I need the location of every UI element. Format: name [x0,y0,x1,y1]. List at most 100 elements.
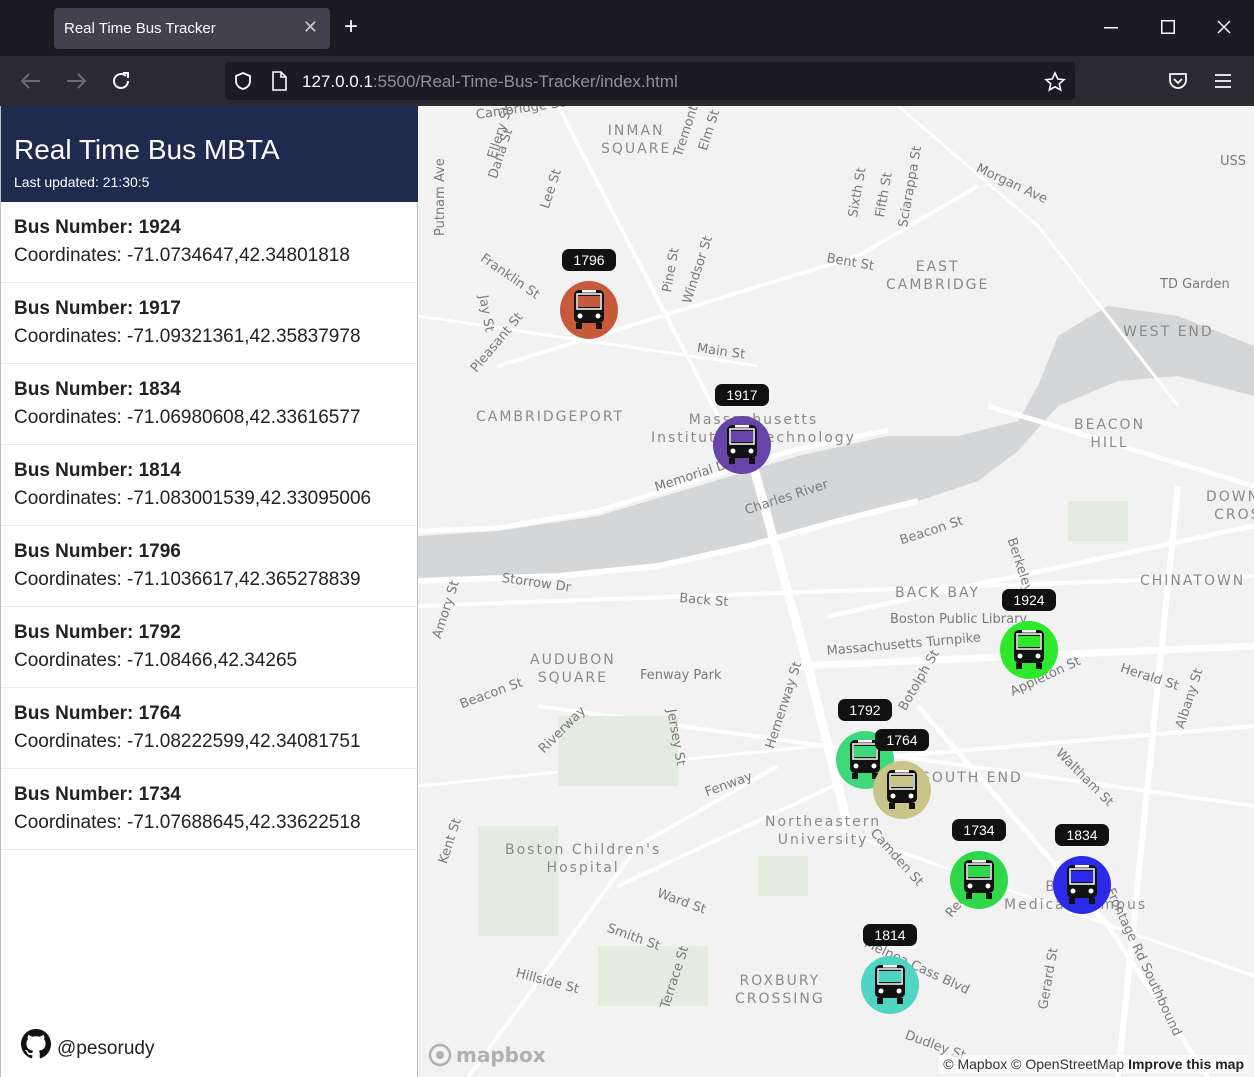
attribution-text[interactable]: © Mapbox © OpenStreetMap [943,1056,1124,1072]
bus-icon [875,965,905,1004]
bus-list-item: Bus Number: 1917 Coordinates: -71.0932136… [1,283,418,364]
menu-icon[interactable] [1214,73,1232,89]
page-icon[interactable] [271,71,287,91]
bus-marker-label: 1924 [1002,589,1056,611]
bus-coordinates: Coordinates: -71.06980608,42.33616577 [14,407,361,428]
improve-map-link[interactable]: Improve this map [1128,1056,1244,1072]
browser-chrome: Real Time Bus Tracker ✕ + 127.0.0.1:5500… [0,0,1254,106]
maximize-icon[interactable] [1161,20,1175,34]
map-attribution: © Mapbox © OpenStreetMap Improve this ma… [939,1055,1248,1073]
new-tab-icon[interactable]: + [344,14,358,40]
sidebar-header: Real Time Bus MBTA Last updated: 21:30:5 [1,106,418,202]
mapbox-logo[interactable]: mapbox [428,1043,546,1067]
bus-marker-label: 1917 [715,384,769,406]
bus-marker[interactable]: 1834 [1053,824,1111,914]
bus-marker[interactable]: 1917 [713,384,771,474]
bus-list-item: Bus Number: 1814 Coordinates: -71.0830015… [1,445,418,526]
map-area-label: Boston Children's Hospital [505,842,662,876]
shield-icon[interactable] [233,71,253,91]
bus-coordinates: Coordinates: -71.07688645,42.33622518 [14,812,361,833]
map-area-label: Northeastern University [765,814,882,848]
bus-icon [964,860,994,899]
mapbox-icon [428,1043,452,1067]
minimize-icon[interactable] [1104,27,1118,29]
map-area-label: WEST END [1123,324,1214,340]
last-updated: Last updated: 21:30:5 [14,174,150,190]
page-title: Real Time Bus MBTA [14,134,280,165]
bus-icon [727,425,757,464]
bus-number: Bus Number: 1917 [14,298,181,319]
map-area-label: ROXBURY CROSSING [735,973,825,1007]
pocket-icon[interactable] [1168,71,1188,91]
bus-marker-circle [873,761,931,819]
tab-strip: Real Time Bus Tracker ✕ + [0,0,1254,56]
nav-bar: 127.0.0.1:5500/Real-Time-Bus-Tracker/ind… [0,56,1254,106]
bus-marker-label: 1734 [952,819,1006,841]
map-area-label: CHINATOWN [1140,573,1246,589]
bus-icon [1014,630,1044,669]
bus-number: Bus Number: 1814 [14,460,181,481]
bus-marker-circle [861,956,919,1014]
url-path: :5500/Real-Time-Bus-Tracker/index.html [372,72,678,91]
bus-coordinates: Coordinates: -71.08222599,42.34081751 [14,731,361,752]
bus-marker[interactable]: 1734 [950,819,1008,909]
map-street-label: Putnam Ave [433,158,448,236]
map[interactable]: Cambridge St INMAN SQUARE Tremont St Elm St E… [418,106,1254,1077]
bus-marker[interactable]: 1764 [873,729,931,819]
map-area-label: BACK BAY [895,585,980,601]
bus-list-item: Bus Number: 1764 Coordinates: -71.0822259… [1,688,418,769]
forward-arrow-icon[interactable] [63,68,89,94]
bus-marker-circle [1000,621,1058,679]
bus-marker[interactable]: 1814 [861,924,919,1014]
bus-number: Bus Number: 1834 [14,379,181,400]
close-window-icon[interactable] [1217,20,1231,34]
close-tab-icon[interactable]: ✕ [303,18,318,36]
bus-icon [887,770,917,809]
map-street-label: TD Garden [1160,277,1230,292]
bus-marker-label: 1814 [863,924,917,946]
bus-marker[interactable]: 1924 [1000,589,1058,679]
map-area-label: SOUTH END [921,770,1023,786]
back-arrow-icon[interactable] [18,68,44,94]
url-bar[interactable]: 127.0.0.1:5500/Real-Time-Bus-Tracker/ind… [225,62,1075,100]
map-street-label: Fenway Park [640,668,722,683]
bus-marker-circle [950,851,1008,909]
github-icon [21,1029,51,1059]
tab-title: Real Time Bus Tracker [64,20,216,37]
bus-marker-label: 1834 [1055,824,1109,846]
map-area-label: BEACON HILL [1074,417,1146,451]
bus-coordinates: Coordinates: -71.1036617,42.365278839 [14,569,361,590]
bus-number: Bus Number: 1734 [14,784,181,805]
bus-marker[interactable]: 1796 [560,249,618,339]
bus-list-item: Bus Number: 1734 Coordinates: -71.0768864… [1,769,418,850]
bus-list-item: Bus Number: 1796 Coordinates: -71.1036617… [1,526,418,607]
reload-icon[interactable] [108,68,134,94]
bus-coordinates: Coordinates: -71.08466,42.34265 [14,650,298,671]
bus-marker-label: 1764 [875,729,929,751]
github-handle: @pesorudy [57,1038,155,1059]
map-area-label: EAST CAMBRIDGE [886,259,990,293]
bus-number: Bus Number: 1796 [14,541,181,562]
url-text[interactable]: 127.0.0.1:5500/Real-Time-Bus-Tracker/ind… [302,72,678,92]
bus-number: Bus Number: 1764 [14,703,181,724]
browser-tab[interactable]: Real Time Bus Tracker ✕ [54,8,330,49]
bookmark-star-icon[interactable] [1044,71,1066,93]
bus-marker-circle [560,281,618,339]
map-area-label: INMAN SQUARE [601,123,672,157]
mapbox-logo-text: mapbox [456,1043,546,1067]
bus-coordinates: Coordinates: -71.09321361,42.35837978 [14,326,361,347]
map-area-label: DOWNTOWNCROSSING [1206,489,1254,523]
bus-list-item: Bus Number: 1924 Coordinates: -71.0734647… [1,202,418,283]
bus-number: Bus Number: 1924 [14,217,181,238]
bus-marker-label: 1796 [562,249,616,271]
bus-icon [1067,865,1097,904]
bus-marker-label: 1792 [838,699,892,721]
bus-list-item: Bus Number: 1834 Coordinates: -71.0698060… [1,364,418,445]
map-street-label: USS [1220,154,1247,169]
bus-marker-circle [1053,856,1111,914]
sidebar: Real Time Bus MBTA Last updated: 21:30:5… [0,106,418,1077]
map-area-label: CAMBRIDGEPORT [476,409,625,425]
url-host: 127.0.0.1 [302,72,373,91]
github-link[interactable]: @pesorudy [21,1028,154,1060]
bus-coordinates: Coordinates: -71.083001539,42.33095006 [14,488,372,509]
